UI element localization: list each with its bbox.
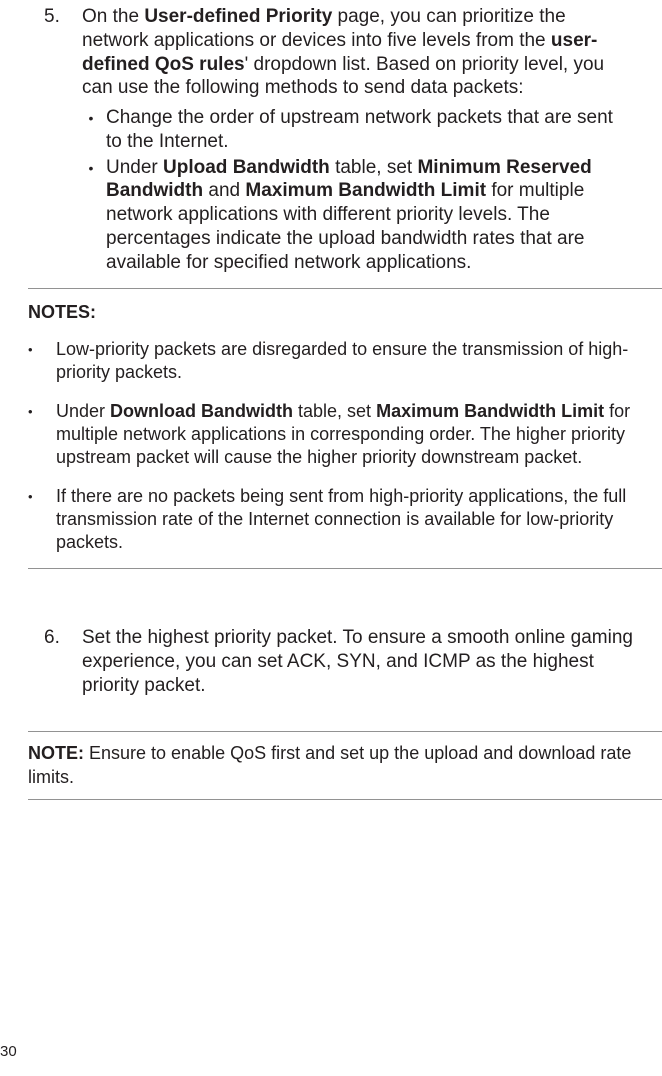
step-5-sub-2-b3: Maximum Bandwidth Limit bbox=[245, 180, 486, 201]
notes-list: • Low-priority packets are disregarded t… bbox=[28, 338, 662, 554]
bullet-icon: • bbox=[28, 400, 56, 469]
bullet-icon: • bbox=[82, 156, 106, 275]
step-5-sub-2-body: Under Upload Bandwidth table, set Minimu… bbox=[106, 156, 634, 275]
note-single-label: NOTE: bbox=[28, 743, 84, 763]
note-2-mid: table, set bbox=[293, 401, 376, 421]
step-5-sub-2-pre: Under bbox=[106, 157, 163, 178]
note-item-3: • If there are no packets being sent fro… bbox=[28, 485, 662, 554]
step-5-sub-2-mid1: table, set bbox=[330, 157, 418, 178]
step-5: 5. On the User-defined Priority page, yo… bbox=[28, 5, 634, 276]
step-6-text: Set the highest priority packet. To ensu… bbox=[82, 626, 634, 697]
step-5-text-1: On the bbox=[82, 6, 144, 27]
bullet-icon: • bbox=[28, 485, 56, 554]
note-1-text: Low-priority packets are disregarded to … bbox=[56, 338, 662, 384]
step-5-bold-1: User-defined Priority bbox=[144, 6, 332, 27]
step-5-sub-1-text: Change the order of upstream network pac… bbox=[106, 106, 634, 154]
note-2-b2: Maximum Bandwidth Limit bbox=[376, 401, 604, 421]
step-5-sublist: • Change the order of upstream network p… bbox=[82, 106, 634, 274]
note-2-b1: Download Bandwidth bbox=[110, 401, 293, 421]
note-item-2: • Under Download Bandwidth table, set Ma… bbox=[28, 400, 662, 469]
note-2-body: Under Download Bandwidth table, set Maxi… bbox=[56, 400, 662, 469]
notes-block: NOTES: • Low-priority packets are disreg… bbox=[28, 288, 662, 569]
step-5-number: 5. bbox=[28, 5, 82, 276]
note-3-text: If there are no packets being sent from … bbox=[56, 485, 662, 554]
step-5-body: On the User-defined Priority page, you c… bbox=[82, 5, 634, 276]
step-5-sub-2: • Under Upload Bandwidth table, set Mini… bbox=[82, 156, 634, 275]
bullet-icon: • bbox=[28, 338, 56, 384]
step-5-sub-2-b1: Upload Bandwidth bbox=[163, 157, 330, 178]
step-5-sub-2-mid2: and bbox=[203, 180, 245, 201]
note-2-pre: Under bbox=[56, 401, 110, 421]
note-single-text: Ensure to enable QoS first and set up th… bbox=[28, 743, 631, 786]
note-single-block: NOTE: Ensure to enable QoS first and set… bbox=[28, 731, 662, 800]
step-5-sub-1: • Change the order of upstream network p… bbox=[82, 106, 634, 154]
bullet-icon: • bbox=[82, 106, 106, 154]
page-number: 30 bbox=[0, 1043, 17, 1062]
step-6-number: 6. bbox=[28, 626, 82, 697]
step-6: 6. Set the highest priority packet. To e… bbox=[28, 626, 634, 697]
note-item-1: • Low-priority packets are disregarded t… bbox=[28, 338, 662, 384]
notes-heading: NOTES: bbox=[28, 301, 662, 324]
